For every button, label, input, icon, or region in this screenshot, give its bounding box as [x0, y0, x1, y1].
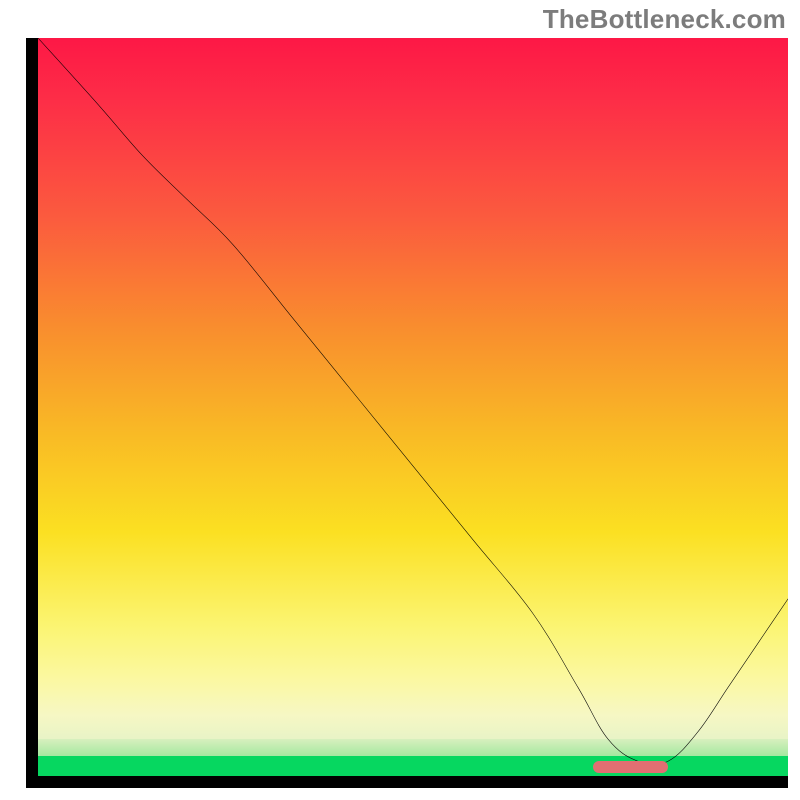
baseline-marker	[593, 761, 668, 773]
plot-area	[38, 38, 788, 776]
bottleneck-curve	[38, 38, 788, 776]
chart-stage: TheBottleneck.com	[0, 0, 800, 800]
watermark-text: TheBottleneck.com	[543, 4, 786, 35]
axes-frame	[26, 38, 788, 788]
